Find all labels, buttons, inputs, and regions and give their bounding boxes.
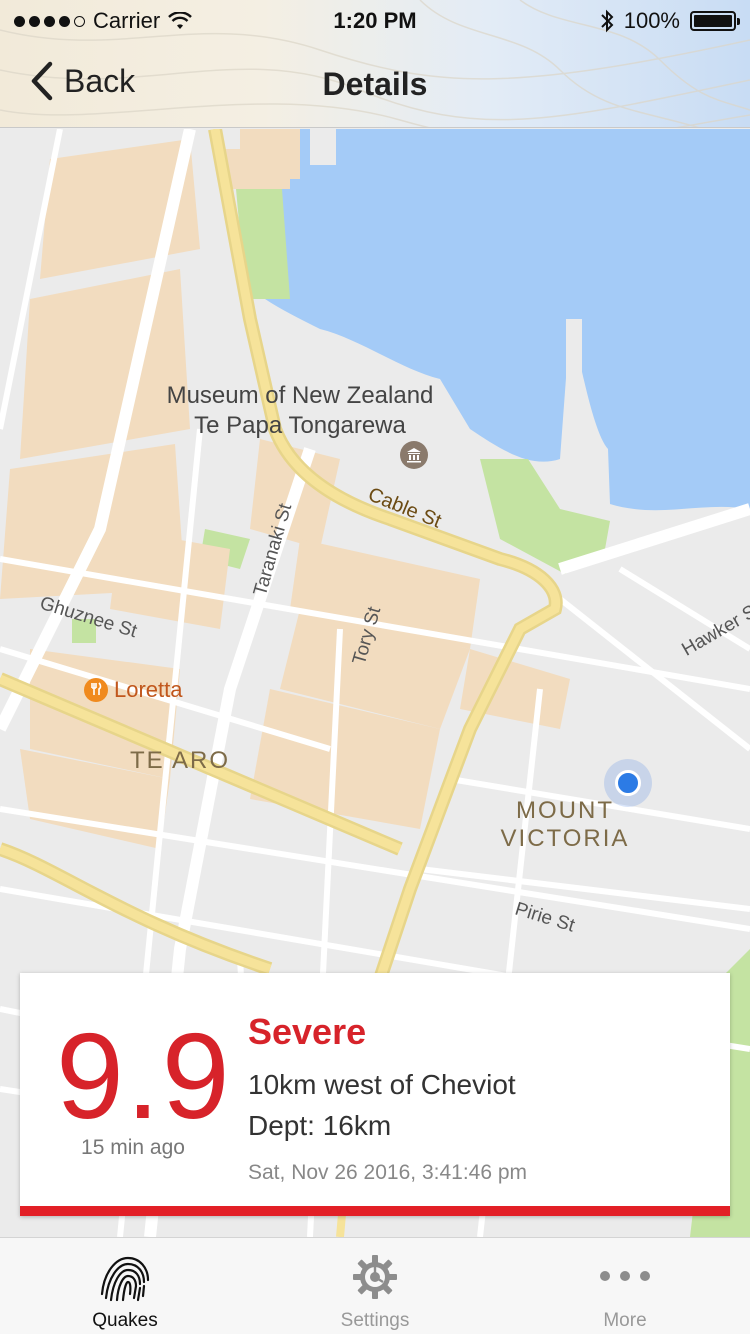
area-label-mount: MOUNT bbox=[516, 797, 614, 824]
restaurant-icon bbox=[84, 678, 108, 702]
page-title: Details bbox=[322, 66, 428, 102]
quake-depth: Dept: 16km bbox=[248, 1110, 392, 1141]
poi-museum-line2: Te Papa Tongarewa bbox=[194, 412, 406, 439]
top-bar-background: Carrier 1:20 PM 100% Back Details bbox=[0, 0, 750, 128]
area-label-te-aro: TE ARO bbox=[130, 747, 231, 774]
navigation-bar: Back Details bbox=[0, 40, 750, 127]
fingerprint-icon bbox=[100, 1256, 150, 1302]
tab-quakes[interactable]: Quakes bbox=[0, 1238, 250, 1334]
ellipsis-icon bbox=[600, 1271, 650, 1281]
user-location-marker[interactable] bbox=[604, 759, 652, 807]
area-label-mount-victoria: MOUNT VICTORIA bbox=[500, 797, 630, 853]
tab-bar: Quakes Settings More bbox=[0, 1237, 750, 1334]
quake-timestamp: Sat, Nov 26 2016, 3:41:46 pm bbox=[248, 1161, 528, 1184]
battery-percent: 100% bbox=[623, 8, 680, 33]
severity-accent-bar bbox=[20, 1206, 730, 1216]
battery-icon bbox=[690, 11, 740, 31]
tab-settings[interactable]: Settings bbox=[250, 1238, 500, 1334]
status-bar: Carrier 1:20 PM 100% bbox=[0, 0, 750, 40]
magnitude-point: . bbox=[125, 1008, 162, 1144]
area-label-victoria: VICTORIA bbox=[500, 825, 630, 852]
severity-label: Severe bbox=[248, 1011, 367, 1052]
quake-location: 10km west of Cheviot bbox=[248, 1069, 516, 1100]
magnitude-int: 9 bbox=[56, 1008, 126, 1144]
tab-label-quakes: Quakes bbox=[92, 1310, 158, 1331]
poi-museum-label[interactable]: Museum of New Zealand Te Papa Tongarewa bbox=[150, 381, 450, 441]
gear-icon bbox=[353, 1255, 397, 1299]
bluetooth-icon bbox=[601, 9, 614, 33]
magnitude-value: 9.9 bbox=[56, 1015, 232, 1137]
poi-museum-line1: Museum of New Zealand bbox=[166, 382, 434, 409]
status-right: 100% bbox=[600, 8, 740, 34]
harbour-water bbox=[255, 129, 750, 511]
magnitude-dec: 9 bbox=[161, 1008, 232, 1144]
quake-detail-card[interactable]: 9.9 15 min ago Severe 10km west of Chevi… bbox=[20, 973, 730, 1216]
poi-restaurant[interactable]: Loretta bbox=[84, 677, 183, 703]
museum-icon[interactable] bbox=[400, 441, 428, 469]
relative-time: 15 min ago bbox=[81, 1136, 185, 1159]
restaurant-label: Loretta bbox=[114, 677, 183, 702]
tab-label-more: More bbox=[603, 1310, 647, 1331]
tab-label-settings: Settings bbox=[340, 1310, 410, 1331]
tab-more[interactable]: More bbox=[500, 1238, 750, 1334]
